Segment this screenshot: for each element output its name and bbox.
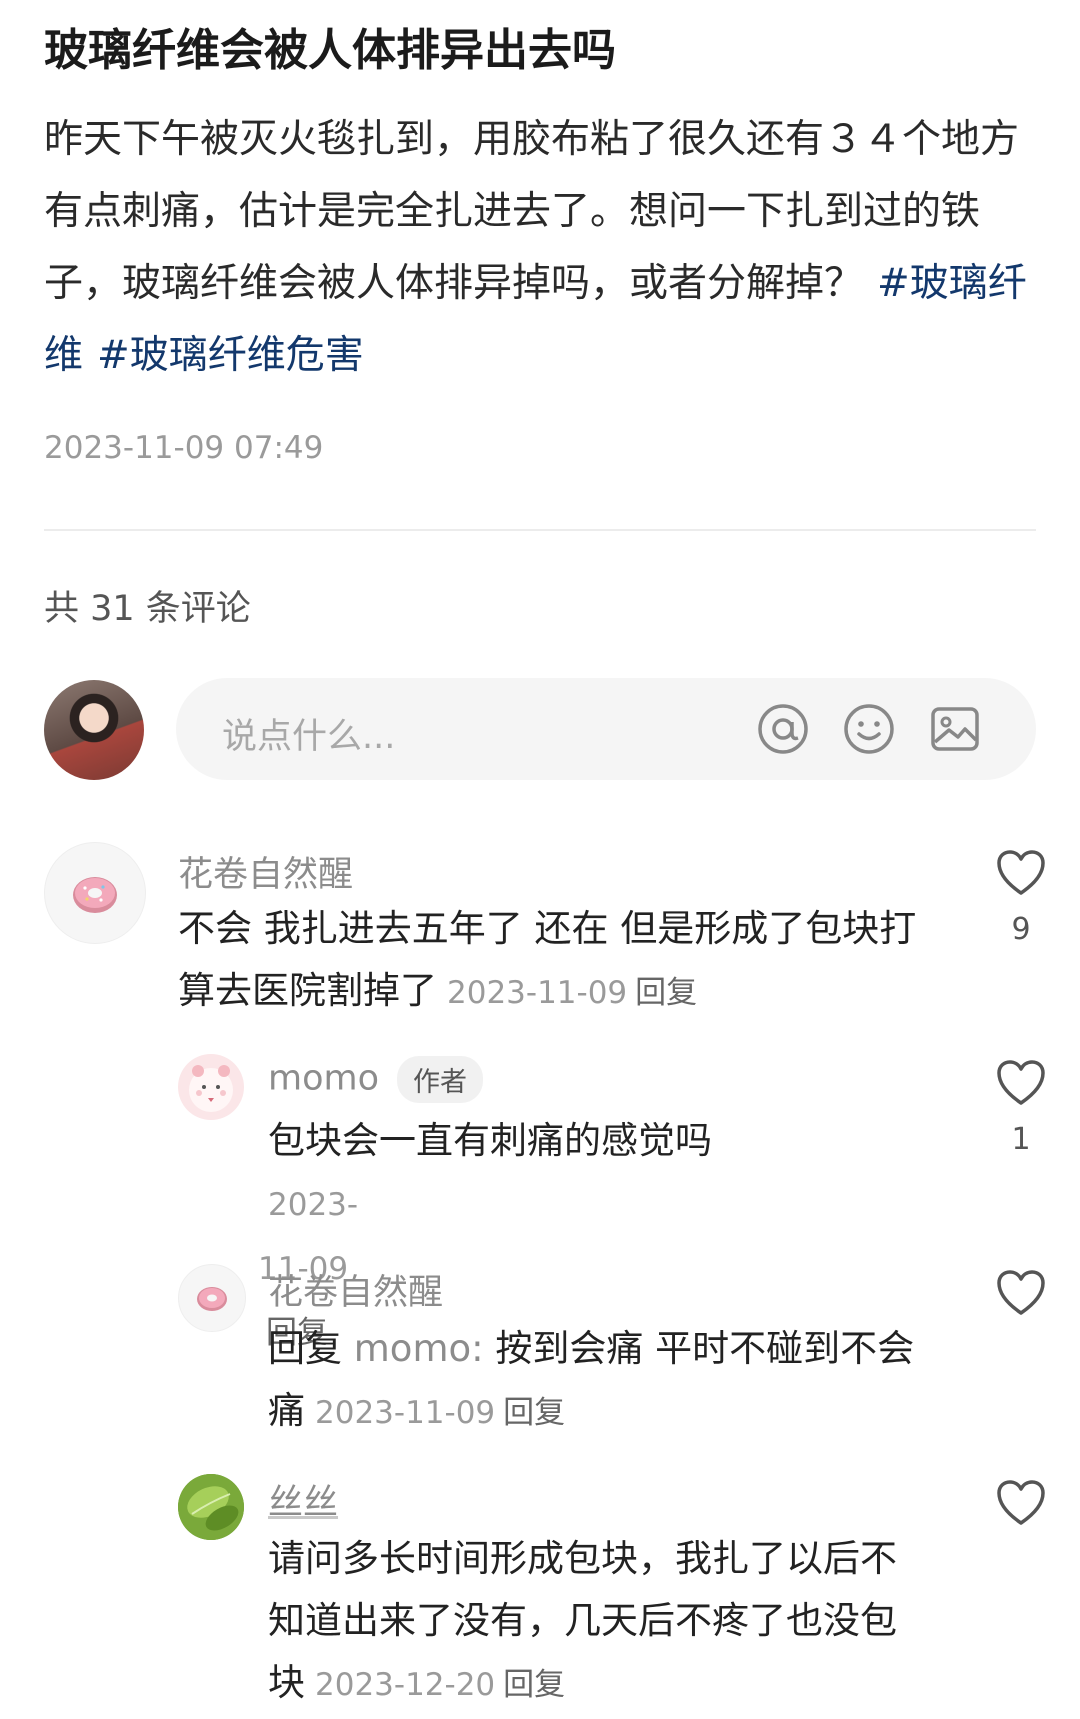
heart-icon[interactable] [996, 1270, 1046, 1316]
at-icon[interactable] [756, 702, 810, 756]
post-date: 2023-11-09 07:49 [44, 430, 324, 466]
comment-count: 共 31 条评论 [44, 589, 251, 629]
comment-date: 2023-12-20 [315, 1667, 496, 1703]
leaf-icon [178, 1474, 244, 1540]
user-avatar[interactable] [178, 1054, 244, 1120]
post-body-text: 昨天下午被灭火毯扎到，用胶布粘了很久还有３４个地方有点刺痛，估计是完全扎进去了。… [44, 117, 1020, 306]
hashtag-link[interactable]: #玻璃纤维危害 [97, 333, 364, 378]
like-count: 1 [1011, 1122, 1031, 1157]
reply-button[interactable]: 回复 [503, 1395, 565, 1431]
heart-icon[interactable] [996, 1480, 1046, 1526]
comment-text: 包块会一直有刺痛的感觉吗 [268, 1119, 712, 1162]
comment-username: momo 作者 [268, 1056, 484, 1103]
image-icon[interactable] [928, 702, 982, 756]
donut-icon [73, 877, 117, 913]
current-user-avatar[interactable] [44, 680, 144, 780]
emoji-icon[interactable] [842, 702, 896, 756]
reply-username[interactable]: momo [268, 1059, 379, 1099]
user-avatar[interactable] [44, 842, 146, 944]
user-avatar[interactable] [178, 1474, 244, 1540]
comment-input[interactable]: 说点什么... [176, 678, 1036, 780]
comment-username[interactable]: 花卷自然醒 [178, 846, 353, 897]
comment-text: 回复 momo: 按到会痛 平时不碰到不会痛 2023-11-09 回复 [268, 1318, 928, 1444]
reply-button[interactable]: 回复 [503, 1667, 565, 1703]
comment-text: 不会 我扎进去五年了 还在 但是形成了包块打算去医院割掉了 2023-11-09 回… [178, 898, 938, 1024]
comment-text: 请问多长时间形成包块，我扎了以后不知道出来了没有，几天后不疼了也没包块 2023-… [268, 1528, 918, 1716]
like-count: 9 [1011, 912, 1031, 947]
comment-username[interactable]: 丝丝 [268, 1474, 338, 1525]
user-avatar[interactable] [178, 1264, 246, 1332]
heart-icon[interactable] [996, 850, 1046, 896]
donut-icon [197, 1287, 227, 1311]
reply-target-user[interactable]: momo: [354, 1327, 484, 1370]
reply-button[interactable]: 回复 [635, 975, 697, 1011]
reply-prefix: 回复 [268, 1327, 342, 1370]
comment-username[interactable]: 花卷自然醒 [268, 1264, 443, 1315]
comment-date: 2023-11-09 [315, 1395, 496, 1431]
post-title: 玻璃纤维会被人体排异出去吗 [44, 25, 616, 76]
pink-bear-icon [189, 1065, 233, 1112]
heart-icon[interactable] [996, 1060, 1046, 1106]
post-body: 昨天下午被灭火毯扎到，用胶布粘了很久还有３４个地方有点刺痛，估计是完全扎进去了。… [44, 104, 1034, 392]
divider [44, 529, 1036, 531]
comment-input-placeholder: 说点什么... [222, 717, 396, 757]
comment-date: 2023-11-09 [447, 975, 628, 1011]
author-badge: 作者 [397, 1056, 484, 1103]
